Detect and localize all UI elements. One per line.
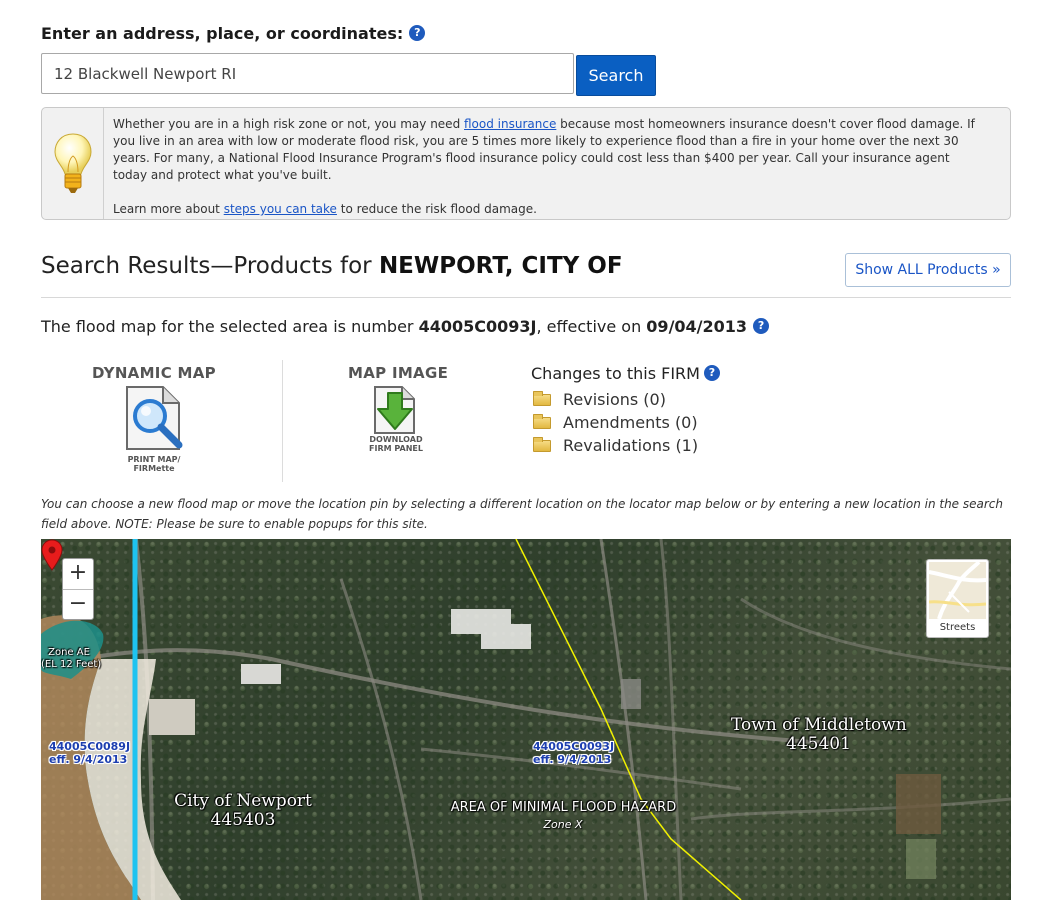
learn-text: Learn more about <box>113 202 224 216</box>
zone-x-label: Zone X <box>543 818 583 831</box>
help-icon[interactable]: ? <box>703 365 720 381</box>
folder-icon <box>533 414 551 429</box>
search-input[interactable] <box>41 53 574 94</box>
magnifier-map-icon[interactable] <box>123 385 187 451</box>
flood-insurance-tip: Whether you are in a high risk zone or n… <box>41 107 1011 220</box>
results-title-prefix: Search Results—Products for <box>41 253 379 279</box>
label-line: eff. 9/4/2013 <box>533 753 612 766</box>
label-line: Town of Middletown <box>731 715 907 735</box>
effective-date: 09/04/2013 <box>646 317 748 336</box>
change-label: Revalidations (1) <box>563 436 699 455</box>
search-button[interactable]: Search <box>576 55 656 96</box>
dynamic-map-caption: PRINT MAP/FIRMette <box>113 455 195 473</box>
basemap-toggle[interactable]: Streets <box>926 559 989 638</box>
panel-number: 44005C0093J <box>418 317 537 336</box>
caption-line: FIRM PANEL <box>369 444 423 453</box>
summary-text: The flood map for the selected area is n… <box>41 317 419 336</box>
search-label: Enter an address, place, or coordinates:… <box>41 24 426 43</box>
community-name: NEWPORT, CITY OF <box>378 253 623 279</box>
minimal-hazard-label: AREA OF MINIMAL FLOOD HAZARD <box>450 800 677 815</box>
panel-label-left: 44005C0089J eff. 9/4/2013 <box>49 740 131 766</box>
change-label: Revisions (0) <box>563 390 666 409</box>
label-line: 445401 <box>786 734 851 754</box>
streets-thumbnail <box>929 562 986 619</box>
flood-insurance-link[interactable]: flood insurance <box>464 117 556 131</box>
flood-map-summary: The flood map for the selected area is n… <box>41 317 770 336</box>
help-icon[interactable]: ? <box>409 25 426 41</box>
tile-divider <box>282 360 283 482</box>
folder-icon <box>533 391 551 406</box>
label-line: (EL 12 Feet) <box>41 659 102 670</box>
label-line: City of Newport <box>174 791 312 811</box>
change-label: Amendments (0) <box>563 413 698 432</box>
tip-icon-cell <box>42 108 104 219</box>
change-item-revisions[interactable]: Revisions (0) <box>533 390 666 409</box>
dynamic-map-title: DYNAMIC MAP <box>92 364 216 382</box>
middletown-label: Town of Middletown 445401 <box>731 715 907 754</box>
results-title: Search Results—Products for NEWPORT, CIT… <box>41 253 623 279</box>
tip-text: Whether you are in a high risk zone or n… <box>113 116 983 218</box>
change-item-revalidations[interactable]: Revalidations (1) <box>533 436 698 455</box>
caption-line: PRINT MAP/ <box>127 455 181 464</box>
learn-text: to reduce the risk flood damage. <box>336 202 537 216</box>
folder-icon <box>533 437 551 452</box>
zone-ae-label: Zone AE (EL 12 Feet) <box>41 647 101 671</box>
map-instructions: You can choose a new flood map or move t… <box>41 497 1003 531</box>
caption-line: DOWNLOAD <box>369 435 423 444</box>
basemap-label: Streets <box>939 622 976 633</box>
change-item-amendments[interactable]: Amendments (0) <box>533 413 698 432</box>
learn-more-paragraph: Learn more about steps you can take to r… <box>113 201 983 218</box>
zoom-control: + − <box>62 558 94 620</box>
locator-map[interactable]: Zone AE (EL 12 Feet) 44005C0089J eff. 9/4/… <box>41 539 1011 900</box>
lightbulb-icon <box>54 133 92 193</box>
show-all-products-button[interactable]: Show ALL Products » <box>845 253 1011 287</box>
panel-label-right: 44005C0093J eff. 9/4/2013 <box>533 740 615 766</box>
map-image-title: MAP IMAGE <box>348 364 449 382</box>
caption-line: FIRMette <box>133 464 175 473</box>
zoom-out-button[interactable]: − <box>63 589 93 619</box>
summary-text: , effective on <box>536 317 647 336</box>
changes-title-text: Changes to this FIRM <box>531 364 700 383</box>
tip-text-part: Whether you are in a high risk zone or n… <box>113 117 464 131</box>
streets-map-icon <box>929 562 986 619</box>
steps-link[interactable]: steps you can take <box>224 202 337 216</box>
label-line: Zone AE <box>48 647 90 658</box>
download-arrow-icon[interactable] <box>372 385 420 435</box>
help-icon[interactable]: ? <box>753 318 770 334</box>
zoom-in-button[interactable]: + <box>63 559 93 589</box>
divider <box>41 297 1011 298</box>
label-line: 445403 <box>210 810 276 830</box>
newport-label: City of Newport 445403 <box>173 792 313 830</box>
map-pin-icon[interactable] <box>41 539 63 571</box>
label-line: eff. 9/4/2013 <box>49 753 128 766</box>
label-line: 44005C0089J <box>49 740 131 753</box>
changes-title: Changes to this FIRM? <box>531 364 720 383</box>
map-image-caption: DOWNLOAD FIRM PANEL <box>356 435 436 453</box>
tip-paragraph: Whether you are in a high risk zone or n… <box>113 116 983 184</box>
search-label-text: Enter an address, place, or coordinates: <box>41 24 404 43</box>
label-line: 44005C0093J <box>533 740 615 753</box>
